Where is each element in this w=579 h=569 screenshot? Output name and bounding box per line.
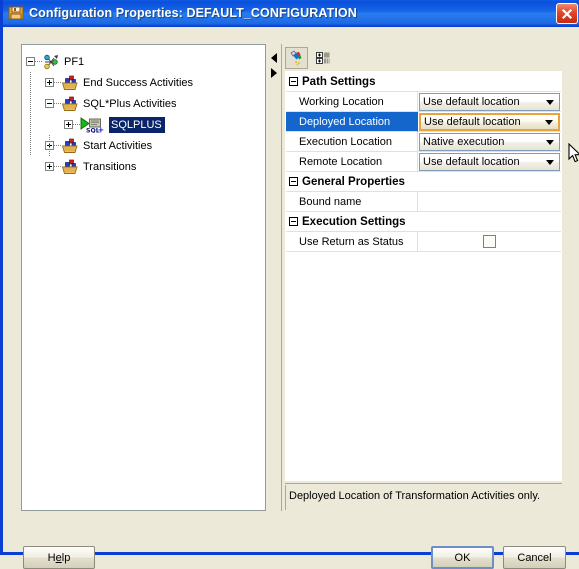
splitter-collapse-right-icon[interactable] xyxy=(271,68,277,78)
tree-connector xyxy=(35,61,42,62)
help-button-label: Help xyxy=(47,551,71,564)
process-flow-icon xyxy=(42,54,60,70)
folder-basket-icon xyxy=(61,138,79,154)
chevron-down-icon[interactable] xyxy=(546,139,554,145)
folder-basket-icon xyxy=(61,159,79,175)
tree-node-label: SQLPLUS xyxy=(109,116,165,133)
property-category: Execution Settings xyxy=(286,212,561,232)
tree-connector xyxy=(73,124,80,125)
property-value[interactable]: Use default location xyxy=(418,112,561,132)
tree-connector xyxy=(54,82,61,83)
property-row[interactable]: Remote Location Use default location xyxy=(286,152,561,172)
tree-node[interactable]: SQL*Plus Activities xyxy=(22,93,265,114)
property-combo[interactable]: Use default location xyxy=(419,92,560,111)
property-name[interactable]: Use Return as Status xyxy=(286,232,418,252)
tree-expander-plus-icon[interactable] xyxy=(45,78,54,87)
tree-connector xyxy=(54,166,61,167)
property-value[interactable]: Use default location xyxy=(418,92,561,112)
dialog-client-area: PF1 End Success Activities SQL*Plus Acti… xyxy=(6,27,579,569)
dialog-window: Configuration Properties: DEFAULT_CONFIG… xyxy=(0,0,579,569)
property-combo[interactable]: Use default location xyxy=(419,152,560,171)
sqlplus-icon: SQL + xyxy=(80,116,106,134)
chevron-down-icon[interactable] xyxy=(545,119,553,125)
property-category-row[interactable]: Execution Settings xyxy=(286,212,561,232)
property-inspector-panel: Path Settings Working Location Use defau… xyxy=(281,44,565,511)
property-category-row[interactable]: Path Settings xyxy=(286,72,561,92)
property-name[interactable]: Working Location xyxy=(286,92,418,112)
svg-text:+: + xyxy=(98,125,105,132)
tree-guide xyxy=(49,135,50,156)
property-name[interactable]: Deployed Location xyxy=(286,112,418,132)
category-collapse-icon[interactable] xyxy=(289,217,298,226)
property-name[interactable]: Remote Location xyxy=(286,152,418,172)
property-value[interactable] xyxy=(418,192,561,212)
tree-node[interactable]: Start Activities xyxy=(22,135,265,156)
chevron-down-icon[interactable] xyxy=(546,159,554,165)
property-category-row[interactable]: General Properties xyxy=(286,172,561,192)
chevron-down-icon[interactable] xyxy=(546,99,554,105)
property-combo-value: Use default location xyxy=(423,95,520,108)
tree-node[interactable]: PF1 xyxy=(22,51,265,72)
tree-connector xyxy=(54,145,61,146)
tree-guide xyxy=(30,72,31,156)
ok-button[interactable]: OK xyxy=(431,546,494,569)
tree-node-label: Start Activities xyxy=(83,139,153,152)
property-category: General Properties xyxy=(286,172,561,192)
property-checkbox[interactable] xyxy=(483,235,496,248)
category-collapse-icon[interactable] xyxy=(289,77,298,86)
property-value[interactable] xyxy=(418,232,561,252)
tree-expander-minus-icon[interactable] xyxy=(26,57,35,66)
description-separator xyxy=(285,483,562,484)
property-combo[interactable]: Use default location xyxy=(419,112,560,131)
property-row[interactable]: Use Return as Status xyxy=(286,232,561,252)
tree-node-label: End Success Activities xyxy=(83,76,194,89)
property-row[interactable]: Deployed Location Use default location xyxy=(286,112,561,132)
property-description: Deployed Location of Transformation Acti… xyxy=(285,485,562,510)
folder-basket-icon xyxy=(61,75,79,91)
splitter-collapse-left-icon[interactable] xyxy=(271,53,277,63)
tree-expander-plus-icon[interactable] xyxy=(64,120,73,129)
property-grid[interactable]: Path Settings Working Location Use defau… xyxy=(285,71,562,481)
property-row[interactable]: Execution Location Native execution xyxy=(286,132,561,152)
property-row[interactable]: Bound name xyxy=(286,192,561,212)
cancel-button[interactable]: Cancel xyxy=(503,546,566,569)
property-combo-value: Use default location xyxy=(424,115,521,128)
tree-connector xyxy=(54,103,61,104)
close-icon[interactable] xyxy=(556,3,578,24)
property-name[interactable]: Execution Location xyxy=(286,132,418,152)
property-name[interactable]: Bound name xyxy=(286,192,418,212)
paintbrush-icon[interactable] xyxy=(285,46,308,69)
activity-tree-panel[interactable]: PF1 End Success Activities SQL*Plus Acti… xyxy=(21,44,266,511)
property-toolbar xyxy=(282,44,565,71)
property-category: Path Settings xyxy=(286,72,561,92)
property-category-label: Path Settings xyxy=(302,75,376,88)
property-value[interactable]: Use default location xyxy=(418,152,561,172)
property-category-label: Execution Settings xyxy=(302,215,406,228)
grid-sort-icon[interactable] xyxy=(311,47,334,69)
category-collapse-icon[interactable] xyxy=(289,177,298,186)
property-category-label: General Properties xyxy=(302,175,405,188)
property-row[interactable]: Working Location Use default location xyxy=(286,92,561,112)
tree-node[interactable]: Transitions xyxy=(22,156,265,177)
tree-expander-plus-icon[interactable] xyxy=(45,162,54,171)
mouse-cursor xyxy=(568,142,579,167)
property-combo-value: Native execution xyxy=(423,135,505,148)
splitter[interactable] xyxy=(269,44,280,511)
window-title: Configuration Properties: DEFAULT_CONFIG… xyxy=(29,6,357,20)
property-value[interactable]: Native execution xyxy=(418,132,561,152)
tree-node-label: SQL*Plus Activities xyxy=(83,97,177,110)
folder-basket-icon xyxy=(61,96,79,112)
help-button[interactable]: Help xyxy=(23,546,95,569)
save-floppy-icon xyxy=(8,5,24,21)
tree-node[interactable]: SQL + SQLPLUS xyxy=(22,114,265,135)
tree-node-label: PF1 xyxy=(64,55,85,68)
property-combo[interactable]: Native execution xyxy=(419,132,560,151)
tree-expander-minus-icon[interactable] xyxy=(45,99,54,108)
title-bar: Configuration Properties: DEFAULT_CONFIG… xyxy=(3,0,579,27)
property-combo-value: Use default location xyxy=(423,155,520,168)
activity-tree[interactable]: PF1 End Success Activities SQL*Plus Acti… xyxy=(22,45,265,177)
tree-node-label: Transitions xyxy=(83,160,137,173)
tree-node[interactable]: End Success Activities xyxy=(22,72,265,93)
